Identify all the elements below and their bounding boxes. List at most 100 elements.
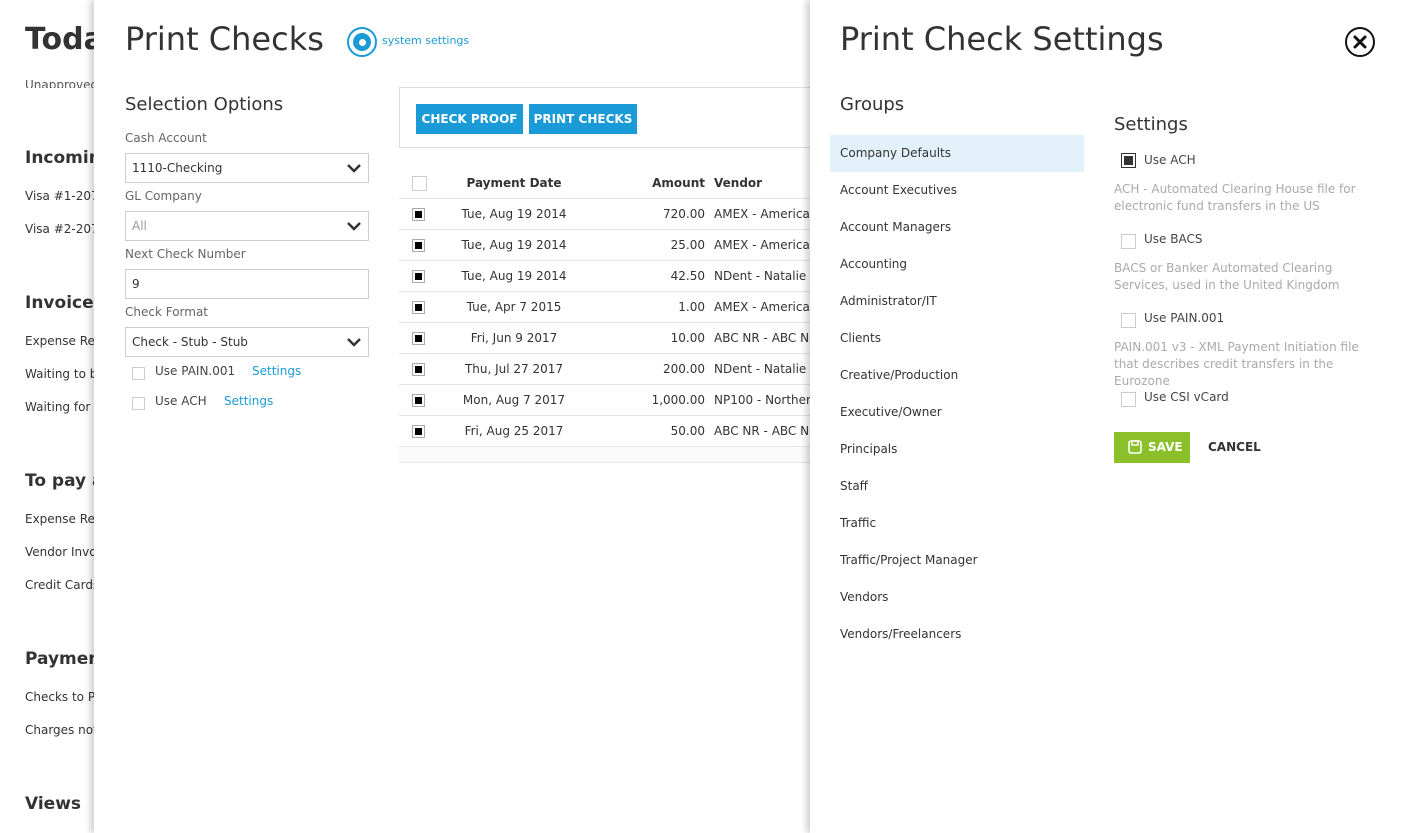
ach-settings-link[interactable]: Settings — [224, 394, 273, 408]
group-item-traffic[interactable]: Traffic — [830, 505, 1084, 542]
group-item-administrator-it[interactable]: Administrator/IT — [830, 283, 1084, 320]
use-bacs-label: Use BACS — [1144, 232, 1203, 246]
row-checkbox[interactable] — [412, 239, 425, 252]
row-checkbox[interactable] — [412, 425, 425, 438]
row-amount: 720.00 — [663, 207, 705, 221]
cash-account-select[interactable]: 1110-Checking — [125, 153, 369, 183]
use-ach-label: Use ACH — [1144, 153, 1196, 167]
row-amount: 1.00 — [678, 300, 705, 314]
row-amount: 42.50 — [670, 269, 705, 283]
group-item-traffic-project-manager[interactable]: Traffic/Project Manager — [830, 542, 1084, 579]
use-ach-label: Use ACH — [155, 394, 207, 408]
row-amount: 10.00 — [670, 331, 705, 345]
table-header: Payment Date Amount Vendor — [399, 168, 810, 199]
check-format-select[interactable]: Check - Stub - Stub — [125, 327, 369, 357]
col-vendor[interactable]: Vendor — [714, 168, 810, 199]
use-pain-label: Use PAIN.001 — [155, 364, 236, 378]
group-item-account-managers[interactable]: Account Managers — [830, 209, 1084, 246]
gl-company-value: All — [132, 219, 147, 233]
print-checks-button[interactable]: PRINT CHECKS — [529, 104, 637, 134]
groups-heading: Groups — [840, 94, 905, 115]
settings-heading: Settings — [1114, 114, 1188, 135]
group-item-vendors[interactable]: Vendors — [830, 579, 1084, 616]
row-amount: 200.00 — [663, 362, 705, 376]
next-check-input[interactable]: 9 — [125, 269, 369, 299]
chevron-down-icon — [347, 164, 361, 173]
table-row[interactable]: Tue, Aug 19 2014 42.50 NDent - Natalie D — [399, 261, 810, 292]
use-pain-checkbox[interactable] — [1121, 313, 1136, 328]
col-payment-date[interactable]: Payment Date — [457, 168, 571, 199]
group-item-company-defaults[interactable]: Company Defaults — [830, 135, 1084, 172]
bacs-description: BACS or Banker Automated Clearing Servic… — [1114, 261, 1340, 292]
group-item-staff[interactable]: Staff — [830, 468, 1084, 505]
row-checkbox[interactable] — [412, 208, 425, 221]
row-vendor: ABC NR - ABC New — [714, 424, 810, 438]
row-date: Fri, Jun 9 2017 — [470, 331, 558, 345]
gear-icon[interactable] — [347, 27, 377, 57]
row-vendor: AMEX - American — [714, 238, 810, 252]
group-item-vendors-freelancers[interactable]: Vendors/Freelancers — [830, 616, 1084, 653]
list-item[interactable]: Checks to Pr — [25, 690, 100, 704]
group-item-creative-production[interactable]: Creative/Production — [830, 357, 1084, 394]
list-item[interactable]: Waiting for A — [25, 400, 102, 414]
row-checkbox[interactable] — [412, 270, 425, 283]
select-all-checkbox[interactable] — [412, 176, 427, 191]
save-icon — [1128, 440, 1142, 454]
row-vendor: AMEX - American — [714, 207, 810, 221]
row-checkbox[interactable] — [412, 363, 425, 376]
group-item-account-executives[interactable]: Account Executives — [830, 172, 1084, 209]
row-vendor: NDent - Natalie D — [714, 362, 810, 376]
use-ach-checkbox[interactable] — [132, 397, 145, 410]
pain-settings-link[interactable]: Settings — [252, 364, 301, 378]
row-vendor: NDent - Natalie D — [714, 269, 810, 283]
list-item[interactable]: Credit Cards — [25, 578, 99, 592]
print-checks-panel: Print Checks system settings Selection O… — [94, 0, 810, 833]
group-item-clients[interactable]: Clients — [830, 320, 1084, 357]
panel-title: Print Checks — [125, 20, 324, 58]
system-settings-link[interactable]: system settings — [382, 34, 469, 47]
table-row[interactable]: Tue, Aug 19 2014 25.00 AMEX - American — [399, 230, 810, 261]
row-date: Fri, Aug 25 2017 — [464, 424, 564, 438]
save-button[interactable]: SAVE — [1114, 432, 1190, 463]
group-item-accounting[interactable]: Accounting — [830, 246, 1084, 283]
list-item[interactable]: Expense Rep — [25, 512, 103, 526]
row-checkbox[interactable] — [412, 301, 425, 314]
table-row[interactable]: Fri, Aug 25 2017 50.00 ABC NR - ABC New — [399, 416, 810, 447]
list-item[interactable]: Waiting to be — [25, 367, 105, 381]
use-pain-label: Use PAIN.001 — [1144, 311, 1225, 325]
ach-description: ACH - Automated Clearing House file for … — [1114, 182, 1356, 213]
list-item[interactable]: Charges not — [25, 723, 98, 737]
check-format-label: Check Format — [125, 305, 209, 319]
row-checkbox[interactable] — [412, 394, 425, 407]
gl-company-select[interactable]: All — [125, 211, 369, 241]
use-csi-vcard-label: Use CSI vCard — [1144, 390, 1229, 404]
close-icon[interactable] — [1345, 27, 1375, 57]
use-csi-vcard-checkbox[interactable] — [1121, 392, 1136, 407]
check-format-value: Check - Stub - Stub — [132, 335, 248, 349]
row-amount: 1,000.00 — [651, 393, 705, 407]
use-ach-checkbox[interactable] — [1121, 153, 1136, 168]
pain-description: PAIN.001 v3 - XML Payment Initiation fil… — [1114, 340, 1359, 388]
table-row[interactable]: Tue, Apr 7 2015 1.00 AMEX - American — [399, 292, 810, 323]
partial-line: Unapproved — [25, 78, 99, 88]
table-row[interactable]: Fri, Jun 9 2017 10.00 ABC NR - ABC New — [399, 323, 810, 354]
table-row[interactable]: Tue, Aug 19 2014 720.00 AMEX - American — [399, 199, 810, 230]
row-amount: 25.00 — [670, 238, 705, 252]
group-item-principals[interactable]: Principals — [830, 431, 1084, 468]
use-bacs-checkbox[interactable] — [1121, 234, 1136, 249]
list-item[interactable]: Vendor Invo — [25, 545, 97, 559]
row-vendor: AMEX - American — [714, 300, 810, 314]
group-item-executive-owner[interactable]: Executive/Owner — [830, 394, 1084, 431]
check-proof-button[interactable]: CHECK PROOF — [416, 104, 523, 134]
cancel-button[interactable]: CANCEL — [1208, 440, 1261, 454]
print-check-settings-panel: Print Check Settings Groups Company Defa… — [810, 0, 1403, 833]
section-heading: Invoices — [25, 293, 104, 313]
col-amount[interactable]: Amount — [609, 168, 705, 199]
gl-company-label: GL Company — [125, 189, 202, 203]
use-pain-checkbox[interactable] — [132, 367, 145, 380]
table-row[interactable]: Mon, Aug 7 2017 1,000.00 NP100 - Norther… — [399, 385, 810, 416]
row-vendor: ABC NR - ABC New — [714, 331, 810, 345]
table-row[interactable]: Thu, Jul 27 2017 200.00 NDent - Natalie … — [399, 354, 810, 385]
row-checkbox[interactable] — [412, 332, 425, 345]
section-heading: To pay a — [25, 471, 104, 491]
